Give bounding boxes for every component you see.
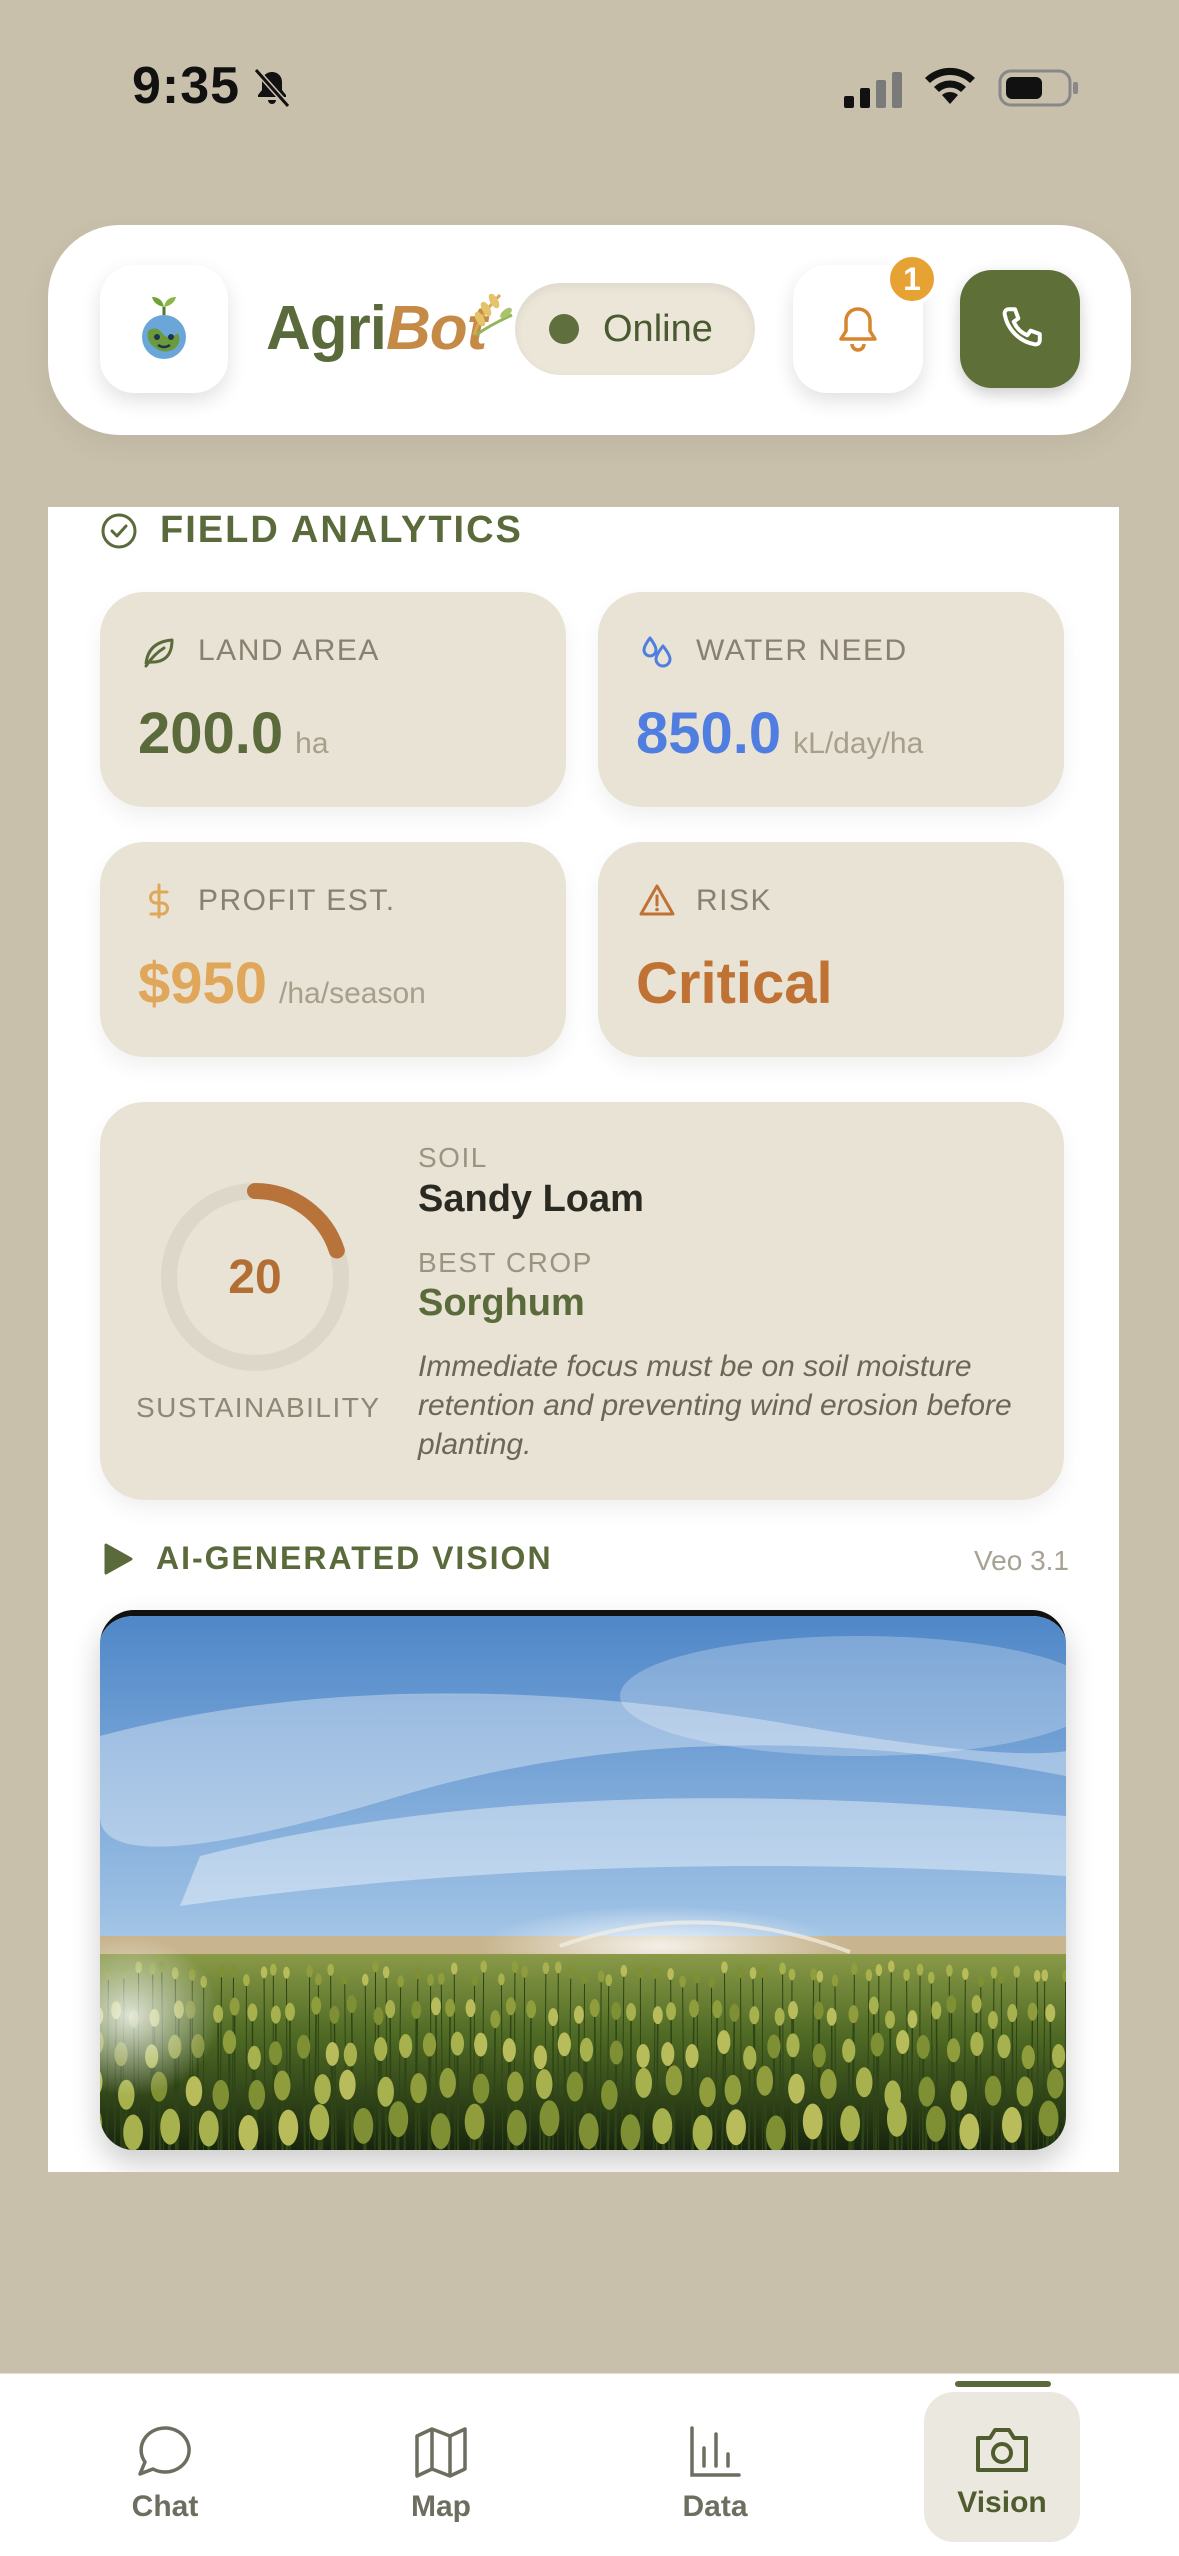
wifi-icon xyxy=(925,67,975,104)
profit-label: PROFIT EST. xyxy=(140,882,396,920)
best-crop-value: Sorghum xyxy=(418,1282,585,1324)
chat-bubble-icon xyxy=(138,2426,191,2476)
field-analytics-header: FIELD ANALYTICS xyxy=(100,509,523,552)
status-time: 9:35 xyxy=(132,57,241,115)
globe-seedling-logo xyxy=(142,297,186,359)
brand-name: AgriBot xyxy=(266,293,487,364)
land-area-number: 200.0 xyxy=(138,701,284,766)
water-need-card: WATER NEED 850.0 kL/day/ha xyxy=(598,592,1064,807)
land-area-unit: ha xyxy=(295,727,329,760)
bell-icon xyxy=(839,307,877,352)
nav-label-map: Map xyxy=(411,2490,471,2523)
recommendation-note: Immediate focus must be on soil moisture… xyxy=(418,1350,1012,1461)
land-area-label: LAND AREA xyxy=(140,632,380,670)
bell-slash-icon xyxy=(253,68,291,108)
online-status-label: Online xyxy=(603,307,713,350)
nav-tab-map[interactable]: Map xyxy=(361,2374,521,2556)
risk-label: RISK xyxy=(638,882,772,920)
nav-tab-chat[interactable]: Chat xyxy=(85,2374,245,2556)
status-bar: 9:35 xyxy=(0,0,1179,170)
water-need-unit: kL/day/ha xyxy=(793,727,924,760)
battery-icon xyxy=(998,69,1078,107)
land-area-label-text: LAND AREA xyxy=(198,634,380,667)
profit-estimate-card: PROFIT EST. $950/ha/season xyxy=(100,842,566,1057)
water-need-label-text: WATER NEED xyxy=(696,634,908,667)
brand-name-agri: Agri xyxy=(266,294,387,363)
sustainability-score: 20 xyxy=(228,1250,282,1304)
sustainability-label: SUSTAINABILITY xyxy=(136,1392,381,1423)
nav-label-data: Data xyxy=(682,2490,748,2523)
droplets-icon xyxy=(642,636,672,668)
dollar-icon xyxy=(149,883,169,919)
best-crop-label: BEST CROP xyxy=(418,1247,593,1278)
sustainability-card: 20 SUSTAINABILITY SOIL Sandy Loam BEST C… xyxy=(100,1102,1064,1500)
water-need-value: 850.0 kL/day/ha xyxy=(636,700,923,767)
map-icon xyxy=(415,2427,467,2478)
ai-vision-title: AI-GENERATED VISION xyxy=(156,1540,553,1576)
sorghum-field-picture xyxy=(100,1616,1066,2150)
warning-icon xyxy=(639,884,675,916)
ai-vision-image[interactable] xyxy=(100,1610,1066,2150)
bottom-navigation: Chat Map Data Vision xyxy=(0,2373,1179,2556)
call-button[interactable] xyxy=(960,270,1080,388)
signal-icon xyxy=(844,72,902,108)
risk-label-text: RISK xyxy=(696,884,773,917)
app-logo[interactable] xyxy=(100,265,228,393)
land-area-card: LAND AREA 200.0 ha xyxy=(100,592,566,807)
risk-card: RISK Critical xyxy=(598,842,1064,1057)
ai-vision-header: AI-GENERATED VISION xyxy=(100,1540,553,1577)
online-indicator-dot xyxy=(549,314,579,344)
app-header: AgriBot Online 1 xyxy=(48,225,1131,435)
phone-icon xyxy=(1002,307,1042,347)
camera-icon xyxy=(976,2428,1028,2472)
land-area-value: 200.0 ha xyxy=(138,700,329,767)
nav-tab-vision[interactable]: Vision xyxy=(924,2392,1080,2542)
water-need-number: 850.0 xyxy=(636,701,782,766)
bar-chart-icon xyxy=(690,2426,741,2477)
profit-unit: /ha/season xyxy=(279,977,426,1010)
profit-value: $950/ha/season xyxy=(138,950,426,1017)
check-circle-icon xyxy=(101,513,137,548)
soil-label: SOIL xyxy=(418,1142,488,1173)
play-icon xyxy=(104,1543,133,1574)
water-need-label: WATER NEED xyxy=(638,632,908,670)
profit-number: $950 xyxy=(138,951,268,1016)
active-tab-indicator xyxy=(955,2381,1051,2387)
profit-label-text: PROFIT EST. xyxy=(198,884,396,917)
nav-label-vision: Vision xyxy=(957,2486,1047,2519)
nav-label-chat: Chat xyxy=(131,2490,199,2523)
nav-tab-data[interactable]: Data xyxy=(635,2374,795,2556)
model-tag: Veo 3.1 xyxy=(974,1545,1069,1576)
wheat-icon xyxy=(472,293,513,337)
content-panel[interactable]: FIELD ANALYTICS LAND AREA 200.0 ha WATER … xyxy=(48,507,1119,2172)
risk-value: Critical xyxy=(636,951,833,1016)
notification-count-badge: 1 xyxy=(886,253,938,305)
online-status-pill: Online xyxy=(515,283,755,375)
leaf-icon xyxy=(144,638,174,668)
soil-value: Sandy Loam xyxy=(418,1178,644,1220)
field-analytics-title: FIELD ANALYTICS xyxy=(160,509,523,551)
